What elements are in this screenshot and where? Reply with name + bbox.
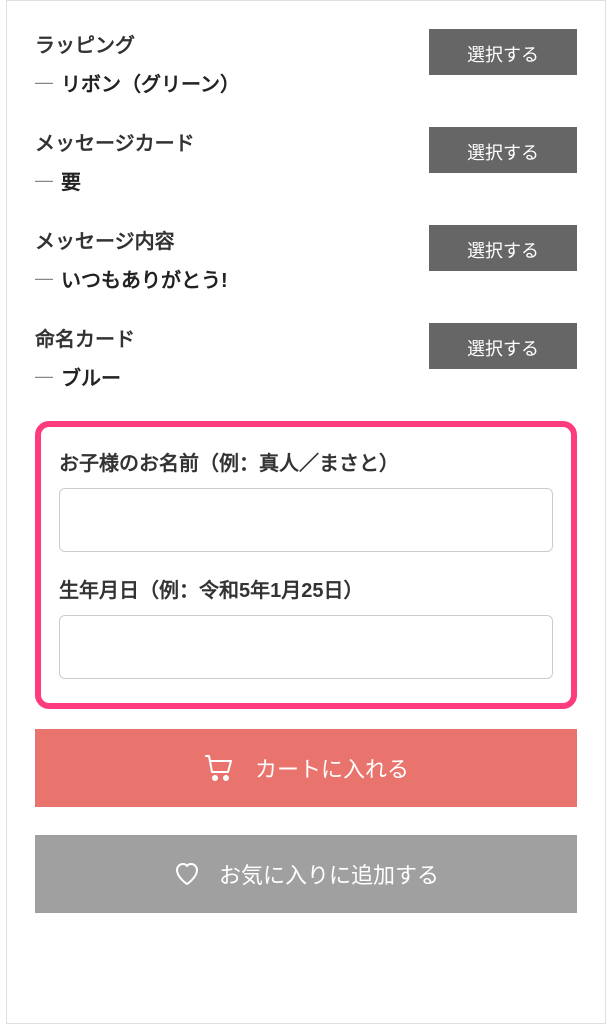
option-title-wrapping: ラッピング	[35, 29, 429, 58]
option-title-naming-card: 命名カード	[35, 323, 429, 352]
option-value-wrapping: リボン（グリーン）	[61, 68, 240, 97]
select-naming-card-button[interactable]: 選択する	[429, 323, 577, 369]
option-naming-card: 命名カード — ブルー 選択する	[35, 323, 577, 391]
birthdate-input[interactable]	[59, 615, 553, 679]
add-to-cart-button[interactable]: カートに入れる	[35, 729, 577, 807]
add-to-favorite-button[interactable]: お気に入りに追加する	[35, 835, 577, 913]
cart-icon	[203, 753, 235, 783]
child-name-group: お子様のお名前（例：真人／まさと）	[59, 447, 553, 552]
heart-icon	[173, 861, 201, 887]
select-message-content-button[interactable]: 選択する	[429, 225, 577, 271]
option-message-card: メッセージカード — 要 選択する	[35, 127, 577, 195]
option-value-line-message-card: — 要	[35, 166, 429, 195]
favorite-button-label: お気に入りに追加する	[219, 858, 439, 890]
option-value-naming-card: ブルー	[61, 362, 121, 391]
dash-icon: —	[35, 72, 53, 93]
dash-icon: —	[35, 268, 53, 289]
option-value-message-content: いつもありがとう!	[61, 264, 228, 293]
option-title-message-content: メッセージ内容	[35, 225, 429, 254]
product-options-panel: ラッピング — リボン（グリーン） 選択する メッセージカード — 要 選択する…	[6, 0, 606, 1024]
select-message-card-button[interactable]: 選択する	[429, 127, 577, 173]
dash-icon: —	[35, 170, 53, 191]
option-value-message-card: 要	[61, 166, 81, 195]
option-value-line-message-content: — いつもありがとう!	[35, 264, 429, 293]
dash-icon: —	[35, 366, 53, 387]
birthdate-label: 生年月日（例：令和5年1月25日）	[59, 574, 553, 603]
option-wrapping-left: ラッピング — リボン（グリーン）	[35, 29, 429, 97]
select-wrapping-button[interactable]: 選択する	[429, 29, 577, 75]
option-message-card-left: メッセージカード — 要	[35, 127, 429, 195]
option-wrapping: ラッピング — リボン（グリーン） 選択する	[35, 29, 577, 97]
cart-button-label: カートに入れる	[255, 752, 409, 784]
option-message-content-left: メッセージ内容 — いつもありがとう!	[35, 225, 429, 293]
option-title-message-card: メッセージカード	[35, 127, 429, 156]
option-message-content: メッセージ内容 — いつもありがとう! 選択する	[35, 225, 577, 293]
option-naming-card-left: 命名カード — ブルー	[35, 323, 429, 391]
birthdate-group: 生年月日（例：令和5年1月25日）	[59, 574, 553, 679]
child-name-label: お子様のお名前（例：真人／まさと）	[59, 447, 553, 476]
option-value-line-wrapping: — リボン（グリーン）	[35, 68, 429, 97]
option-value-line-naming-card: — ブルー	[35, 362, 429, 391]
child-name-input[interactable]	[59, 488, 553, 552]
highlighted-input-section: お子様のお名前（例：真人／まさと） 生年月日（例：令和5年1月25日）	[35, 421, 577, 709]
